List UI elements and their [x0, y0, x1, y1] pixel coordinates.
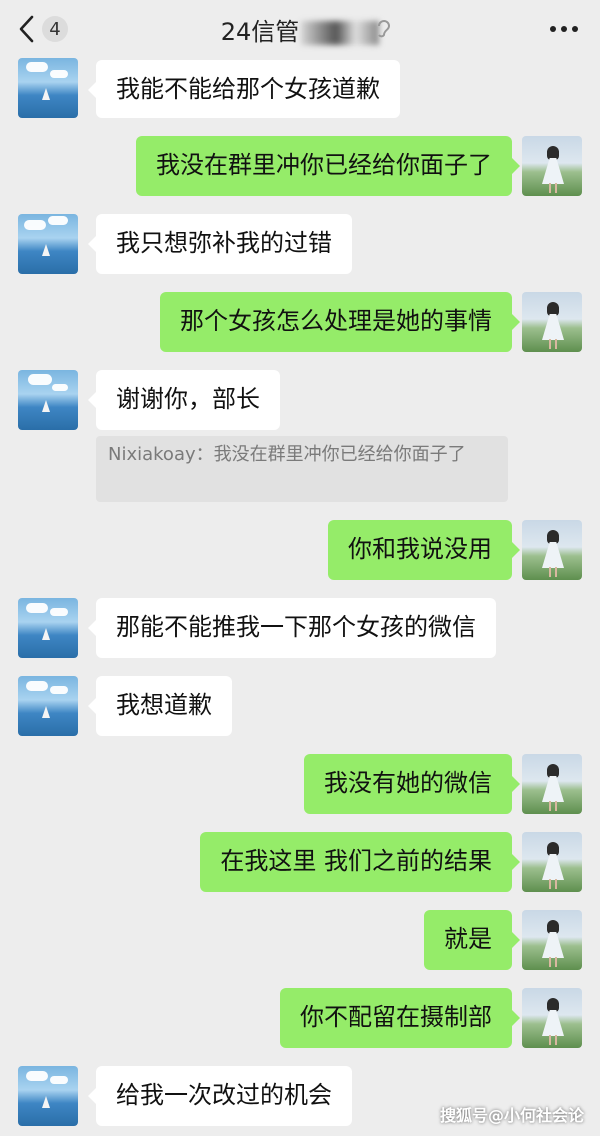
contact-avatar[interactable]: [18, 58, 78, 118]
contact-avatar[interactable]: [18, 1066, 78, 1126]
sent-message[interactable]: 那个女孩怎么处理是她的事情: [160, 292, 520, 352]
redacted-region: [301, 21, 380, 45]
contact-avatar[interactable]: [18, 370, 78, 430]
more-dots-icon: [550, 26, 556, 32]
received-message[interactable]: 我想道歉: [88, 676, 232, 736]
chat-title: 24信管: [0, 12, 600, 47]
user-avatar[interactable]: [522, 988, 582, 1048]
quoted-reply[interactable]: Nixiakoay：我没在群里冲你已经给你面子了: [96, 436, 508, 502]
ear-icon: [378, 20, 391, 38]
more-dot: [561, 26, 567, 32]
user-avatar[interactable]: [522, 520, 582, 580]
contact-avatar[interactable]: [18, 676, 78, 736]
received-message[interactable]: 我只想弥补我的过错: [88, 214, 352, 274]
sent-message[interactable]: 就是: [424, 910, 520, 970]
sent-message[interactable]: 我没有她的微信: [304, 754, 520, 814]
more-button[interactable]: [550, 26, 578, 32]
sent-message[interactable]: 我没在群里冲你已经给你面子了: [136, 136, 520, 196]
chat-title-text: 24信管: [220, 18, 300, 46]
user-avatar[interactable]: [522, 754, 582, 814]
received-message[interactable]: 给我一次改过的机会: [88, 1066, 352, 1126]
sent-message[interactable]: 你不配留在摄制部: [280, 988, 520, 1048]
contact-avatar[interactable]: [18, 214, 78, 274]
more-dot: [572, 26, 578, 32]
received-message[interactable]: 谢谢你，部长: [88, 370, 280, 430]
received-message[interactable]: 我能不能给那个女孩道歉: [88, 60, 400, 118]
sent-message[interactable]: 在我这里 我们之前的结果: [200, 832, 520, 892]
chat-header: 4 24信管: [0, 0, 600, 58]
user-avatar[interactable]: [522, 910, 582, 970]
contact-avatar[interactable]: [18, 598, 78, 658]
user-avatar[interactable]: [522, 832, 582, 892]
sent-message[interactable]: 你和我说没用: [328, 520, 520, 580]
user-avatar[interactable]: [522, 136, 582, 196]
received-message[interactable]: 那能不能推我一下那个女孩的微信: [88, 598, 496, 658]
user-avatar[interactable]: [522, 292, 582, 352]
watermark: 搜狐号@小何社会论: [439, 1106, 584, 1125]
